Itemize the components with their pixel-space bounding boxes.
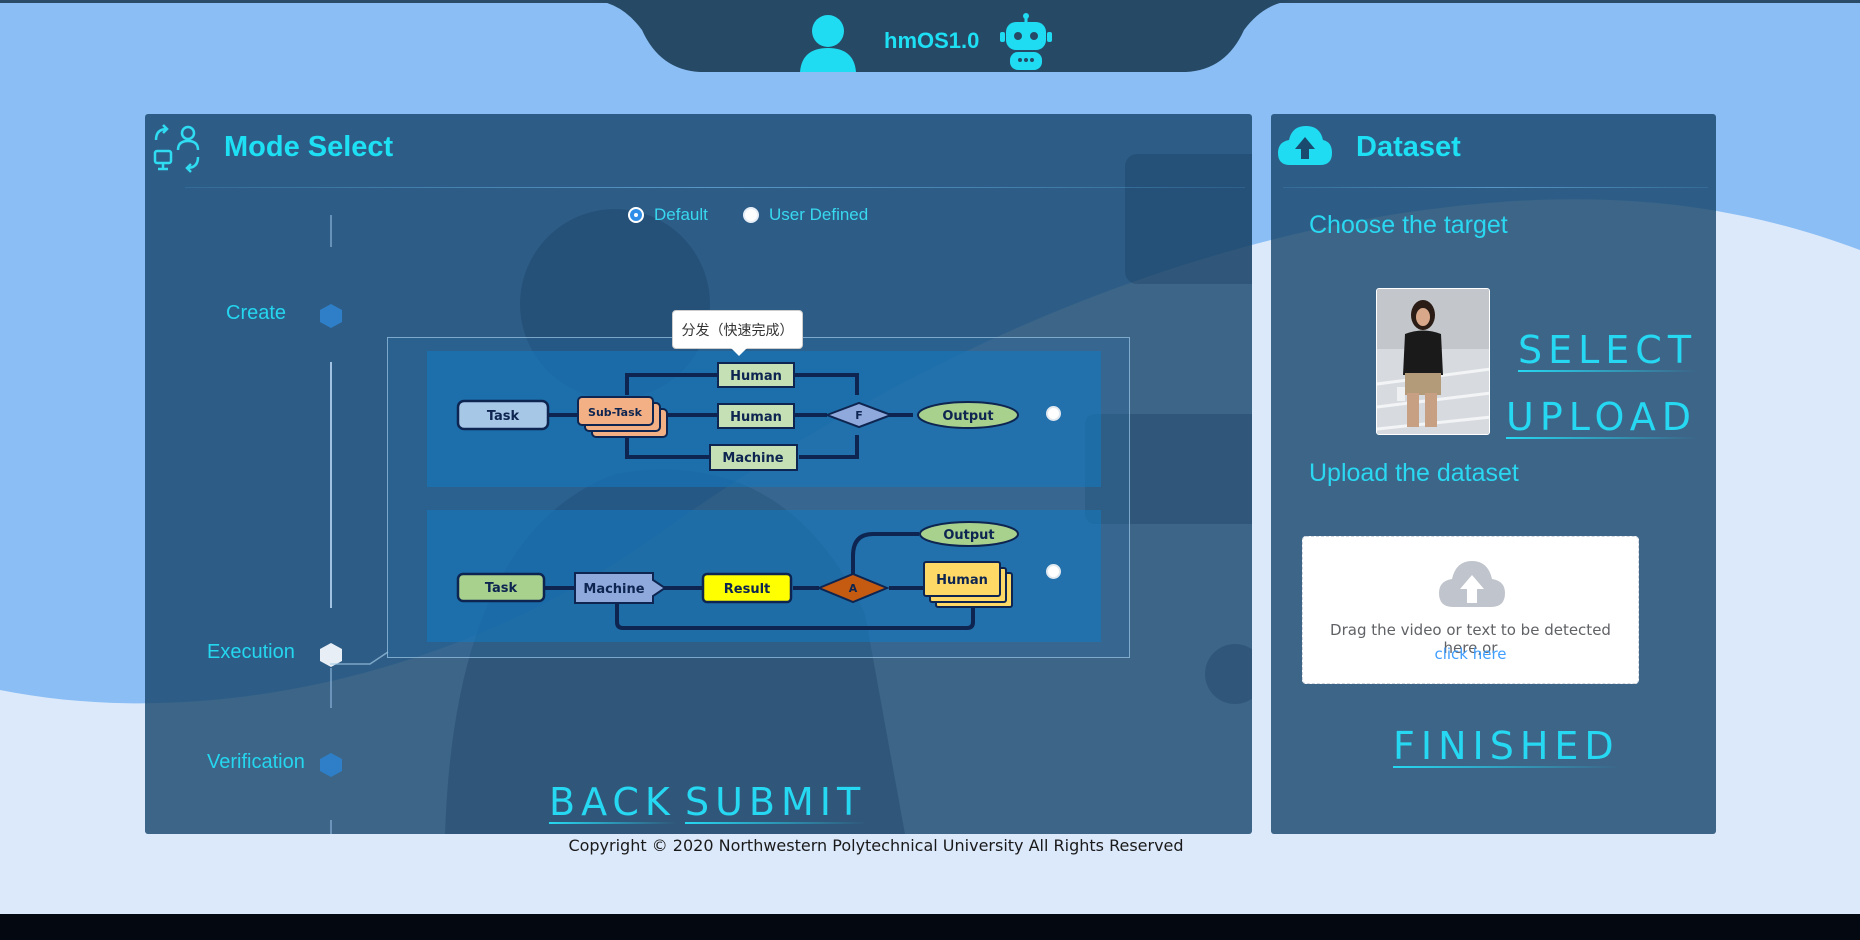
upload-button-underline xyxy=(1506,437,1698,439)
radio-user-defined[interactable]: User Defined xyxy=(743,205,868,225)
upload-button-label: UPLOAD xyxy=(1506,395,1698,439)
file-drop-zone[interactable]: Drag the video or text to be detected he… xyxy=(1302,536,1639,684)
flow-task-label: Task xyxy=(487,409,520,424)
app-title: hmOS1.0 xyxy=(884,28,980,53)
mode-select-divider xyxy=(185,187,1245,188)
flow-human1-label: Human xyxy=(730,369,782,384)
upload-button[interactable]: UPLOAD xyxy=(1506,395,1698,439)
timeline-line-top xyxy=(330,215,332,247)
select-button[interactable]: SELECT xyxy=(1518,328,1698,372)
verification-flow-diagram: Task Machine Result A Human Output xyxy=(456,521,1019,630)
back-button-underline xyxy=(549,822,676,824)
finished-button[interactable]: FINISHED xyxy=(1393,724,1620,768)
radio-default-label: Default xyxy=(654,205,708,224)
target-person-image xyxy=(1377,289,1489,434)
radio-user-defined-indicator[interactable] xyxy=(743,207,759,223)
step-create-label: Create xyxy=(226,302,287,324)
bottom-bar xyxy=(0,914,1860,940)
submit-button-label: SUBMIT xyxy=(685,780,867,824)
timeline-connector xyxy=(330,651,389,665)
radio-default[interactable]: Default xyxy=(628,205,708,225)
select-button-underline xyxy=(1518,370,1698,372)
flow-output-label: Output xyxy=(942,409,993,424)
submit-button-underline xyxy=(685,822,867,824)
radio-default-indicator[interactable] xyxy=(628,207,644,223)
flow2-machine-label: Machine xyxy=(583,582,644,597)
flow-machine-label: Machine xyxy=(722,451,783,466)
user-icon xyxy=(800,15,856,72)
flow2-output-label: Output xyxy=(943,528,994,543)
flow-human2-label: Human xyxy=(730,410,782,425)
diagram-option-1-radio[interactable] xyxy=(1046,406,1061,421)
mode-switch-icon xyxy=(153,124,200,173)
radio-user-defined-label: User Defined xyxy=(769,205,869,224)
cloud-upload-icon xyxy=(1278,126,1332,165)
flow2-task-label: Task xyxy=(485,581,518,596)
dataset-title: Dataset xyxy=(1356,131,1461,163)
upload-dataset-label: Upload the dataset xyxy=(1309,459,1519,487)
step-execution-label: Execution xyxy=(207,641,295,663)
select-button-label: SELECT xyxy=(1518,328,1698,372)
flow2-result-label: Result xyxy=(724,582,771,597)
flow2-human-label: Human xyxy=(936,573,988,588)
timeline-line-mid xyxy=(330,362,332,608)
copyright-text: Copyright © 2020 Northwestern Polytechni… xyxy=(568,836,1184,855)
flow-fusion-label: F xyxy=(855,409,863,422)
flow-subtask-label: Sub-Task xyxy=(588,406,643,419)
target-thumbnail[interactable] xyxy=(1376,288,1490,435)
timeline-line-low xyxy=(330,668,332,708)
back-button[interactable]: BACK xyxy=(549,780,676,824)
finished-button-underline xyxy=(1393,766,1620,768)
dataset-divider xyxy=(1283,187,1708,188)
choose-target-label: Choose the target xyxy=(1309,211,1508,239)
diagram-option-2-radio[interactable] xyxy=(1046,564,1061,579)
back-button-label: BACK xyxy=(549,780,676,824)
step-verification-label: Verification xyxy=(207,751,305,773)
finished-button-label: FINISHED xyxy=(1393,724,1620,768)
timeline-line-bottom xyxy=(330,820,332,834)
diagram-tooltip: 分发（快速完成） xyxy=(672,310,803,356)
submit-button[interactable]: SUBMIT xyxy=(685,780,867,824)
distribution-flow-diagram: Task Sub-Task Human Human Machine F Outp… xyxy=(456,362,1019,471)
mode-select-title: Mode Select xyxy=(224,131,394,163)
drop-zone-click-link[interactable]: click here xyxy=(1303,645,1638,663)
upload-cloud-icon xyxy=(1439,561,1505,607)
robot-icon xyxy=(1000,13,1052,70)
flow2-assess-label: A xyxy=(849,582,858,595)
